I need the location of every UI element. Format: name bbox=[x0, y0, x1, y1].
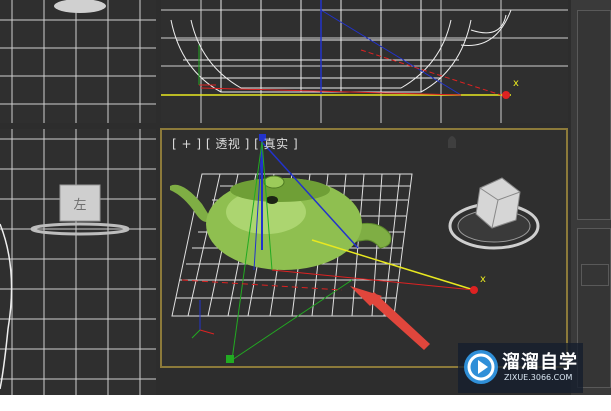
viewport-front[interactable]: x bbox=[161, 0, 568, 123]
axis-label-x-perspective: x bbox=[480, 274, 486, 285]
bottom-margin bbox=[0, 395, 611, 411]
light-target-perspective[interactable] bbox=[470, 286, 478, 294]
command-panel-section-top[interactable] bbox=[577, 10, 611, 220]
lock-icon bbox=[448, 136, 456, 148]
axis-label-x-front: x bbox=[513, 78, 519, 89]
viewport-top-left[interactable] bbox=[0, 0, 156, 123]
command-panel-field[interactable] bbox=[581, 264, 609, 286]
viewcube-face-label: 左 bbox=[73, 198, 86, 213]
camera-icon[interactable] bbox=[226, 355, 234, 363]
viewport-perspective-canvas: x bbox=[170, 134, 540, 363]
watermark-url: ZIXUE.3066.COM bbox=[504, 373, 573, 382]
teapot-shaded[interactable] bbox=[170, 175, 392, 270]
watermark-logo-icon bbox=[464, 350, 498, 384]
watermark-name: 溜溜自学 bbox=[502, 352, 578, 373]
viewport-left[interactable]: 左 bbox=[0, 129, 156, 411]
viewcube-perspective[interactable] bbox=[448, 177, 540, 250]
viewport-top-left-canvas bbox=[0, 0, 156, 123]
light-target[interactable] bbox=[502, 91, 510, 99]
viewport-front-canvas: x bbox=[161, 0, 568, 123]
viewport-left-canvas: 左 bbox=[0, 129, 156, 411]
watermark: 溜溜自学 ZIXUE.3066.COM bbox=[458, 343, 583, 393]
viewport-label[interactable]: [ + ] [ 透视 ] [ 真实 ] bbox=[172, 135, 298, 152]
viewcube-base bbox=[54, 0, 106, 13]
teapot-wireframe bbox=[170, 0, 512, 93]
teapot-profile bbox=[0, 223, 13, 390]
max-workspace: x 左 x [+] [透视] [真实] 溜溜自学 ZIXUE.306… bbox=[0, 0, 611, 411]
viewport-perspective[interactable]: x [ + ] [ 透视 ] [ 真实 ] bbox=[160, 128, 568, 368]
annotation-arrow bbox=[350, 286, 430, 350]
